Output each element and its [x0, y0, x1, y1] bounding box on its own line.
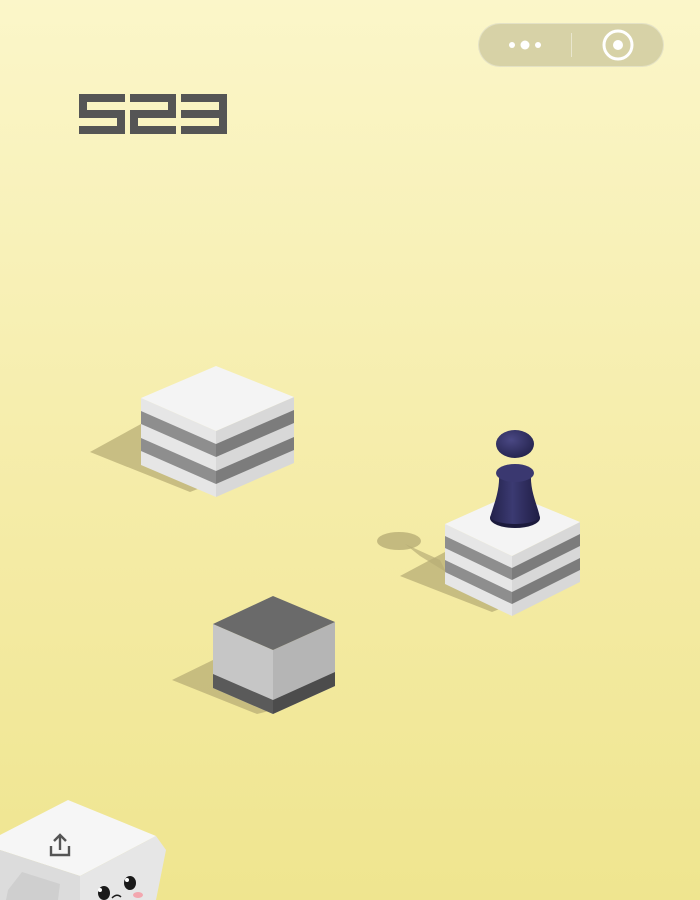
panda-cube-character[interactable]: [0, 800, 166, 900]
score-digit-segment: [117, 114, 125, 134]
score-digit-segment: [79, 94, 87, 114]
score-digit: [130, 94, 176, 134]
dark-block: [172, 596, 335, 714]
target-circle-icon: [602, 29, 634, 61]
score-digit: [181, 94, 227, 134]
close-button[interactable]: [572, 24, 664, 66]
score-display: 523: [79, 94, 239, 138]
score-digit: [79, 94, 125, 134]
player-pawn: [490, 430, 540, 528]
score-digit-segment: [219, 114, 227, 134]
score-digit-segment: [130, 114, 138, 134]
striped-block-upper: [90, 366, 294, 497]
mini-program-capsule: [478, 23, 664, 67]
share-upload-icon[interactable]: [46, 830, 74, 858]
score-digit-segment: [168, 94, 176, 114]
score-digit-segment: [219, 94, 227, 114]
more-button[interactable]: [479, 24, 571, 66]
score-digits: [79, 94, 227, 134]
more-dots-icon: [509, 40, 541, 50]
